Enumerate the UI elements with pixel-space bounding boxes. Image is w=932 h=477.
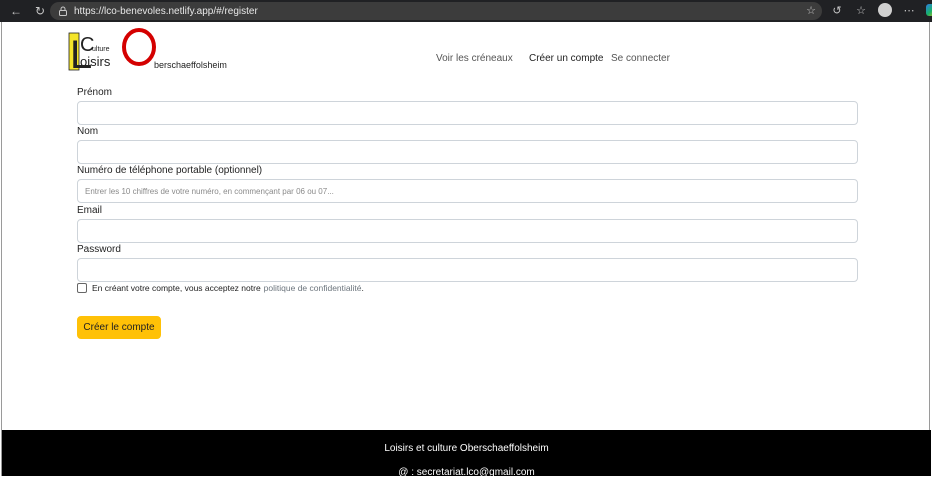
- profile-avatar[interactable]: [878, 3, 892, 17]
- logo-word-culture: ulture: [92, 46, 110, 53]
- more-menu-icon[interactable]: ⋯: [902, 4, 916, 17]
- create-account-button[interactable]: Créer le compte: [77, 316, 161, 339]
- copilot-icon[interactable]: ↺: [830, 4, 844, 17]
- page-content: L C ulture oisirs berschaeffolsheim Voir…: [1, 22, 931, 477]
- consent-row: En créant votre compte, vous acceptez no…: [77, 283, 364, 293]
- consent-period: .: [361, 283, 364, 293]
- consent-checkbox[interactable]: [77, 283, 87, 293]
- lastname-input[interactable]: [77, 140, 858, 164]
- lastname-label: Nom: [77, 126, 99, 137]
- address-url[interactable]: https://lco-benevoles.netlify.app/#/regi…: [74, 6, 258, 17]
- footer-title: Loisirs et culture Oberschaeffolsheim: [384, 443, 549, 454]
- phone-label: Numéro de téléphone portable (optionnel): [77, 165, 263, 176]
- lock-icon: [59, 6, 67, 16]
- favorite-star-icon[interactable]: ☆: [806, 4, 816, 17]
- browser-actions: ↺ ☆ ⋯: [830, 3, 932, 17]
- nav-link-slots[interactable]: Voir les créneaux: [436, 53, 513, 64]
- password-label: Password: [77, 244, 121, 255]
- extension-icon[interactable]: [926, 4, 932, 16]
- phone-input[interactable]: [77, 179, 858, 203]
- firstname-label: Prénom: [77, 87, 113, 98]
- nav-link-login[interactable]: Se connecter: [611, 53, 670, 64]
- footer-email[interactable]: @ : secretariat.lco@gmail.com: [2, 467, 931, 477]
- consent-text: En créant votre compte, vous acceptez no…: [92, 283, 261, 293]
- address-bar[interactable]: https://lco-benevoles.netlify.app/#/regi…: [50, 2, 822, 20]
- reload-icon[interactable]: ↻: [32, 3, 48, 19]
- browser-toolbar: ← ↻ https://lco-benevoles.netlify.app/#/…: [0, 0, 932, 22]
- password-input[interactable]: [77, 258, 858, 282]
- back-arrow-icon[interactable]: ←: [8, 3, 24, 19]
- main-nav: Voir les créneaux Créer un compte Se con…: [2, 53, 931, 69]
- privacy-policy-link[interactable]: politique de confidentialité: [264, 283, 362, 293]
- favorites-icon[interactable]: ☆: [854, 4, 868, 17]
- email-input[interactable]: [77, 219, 858, 243]
- email-label: Email: [77, 205, 103, 216]
- site-footer: Loisirs et culture Oberschaeffolsheim @ …: [2, 430, 931, 477]
- firstname-input[interactable]: [77, 101, 858, 125]
- nav-link-create-account[interactable]: Créer un compte: [529, 53, 603, 64]
